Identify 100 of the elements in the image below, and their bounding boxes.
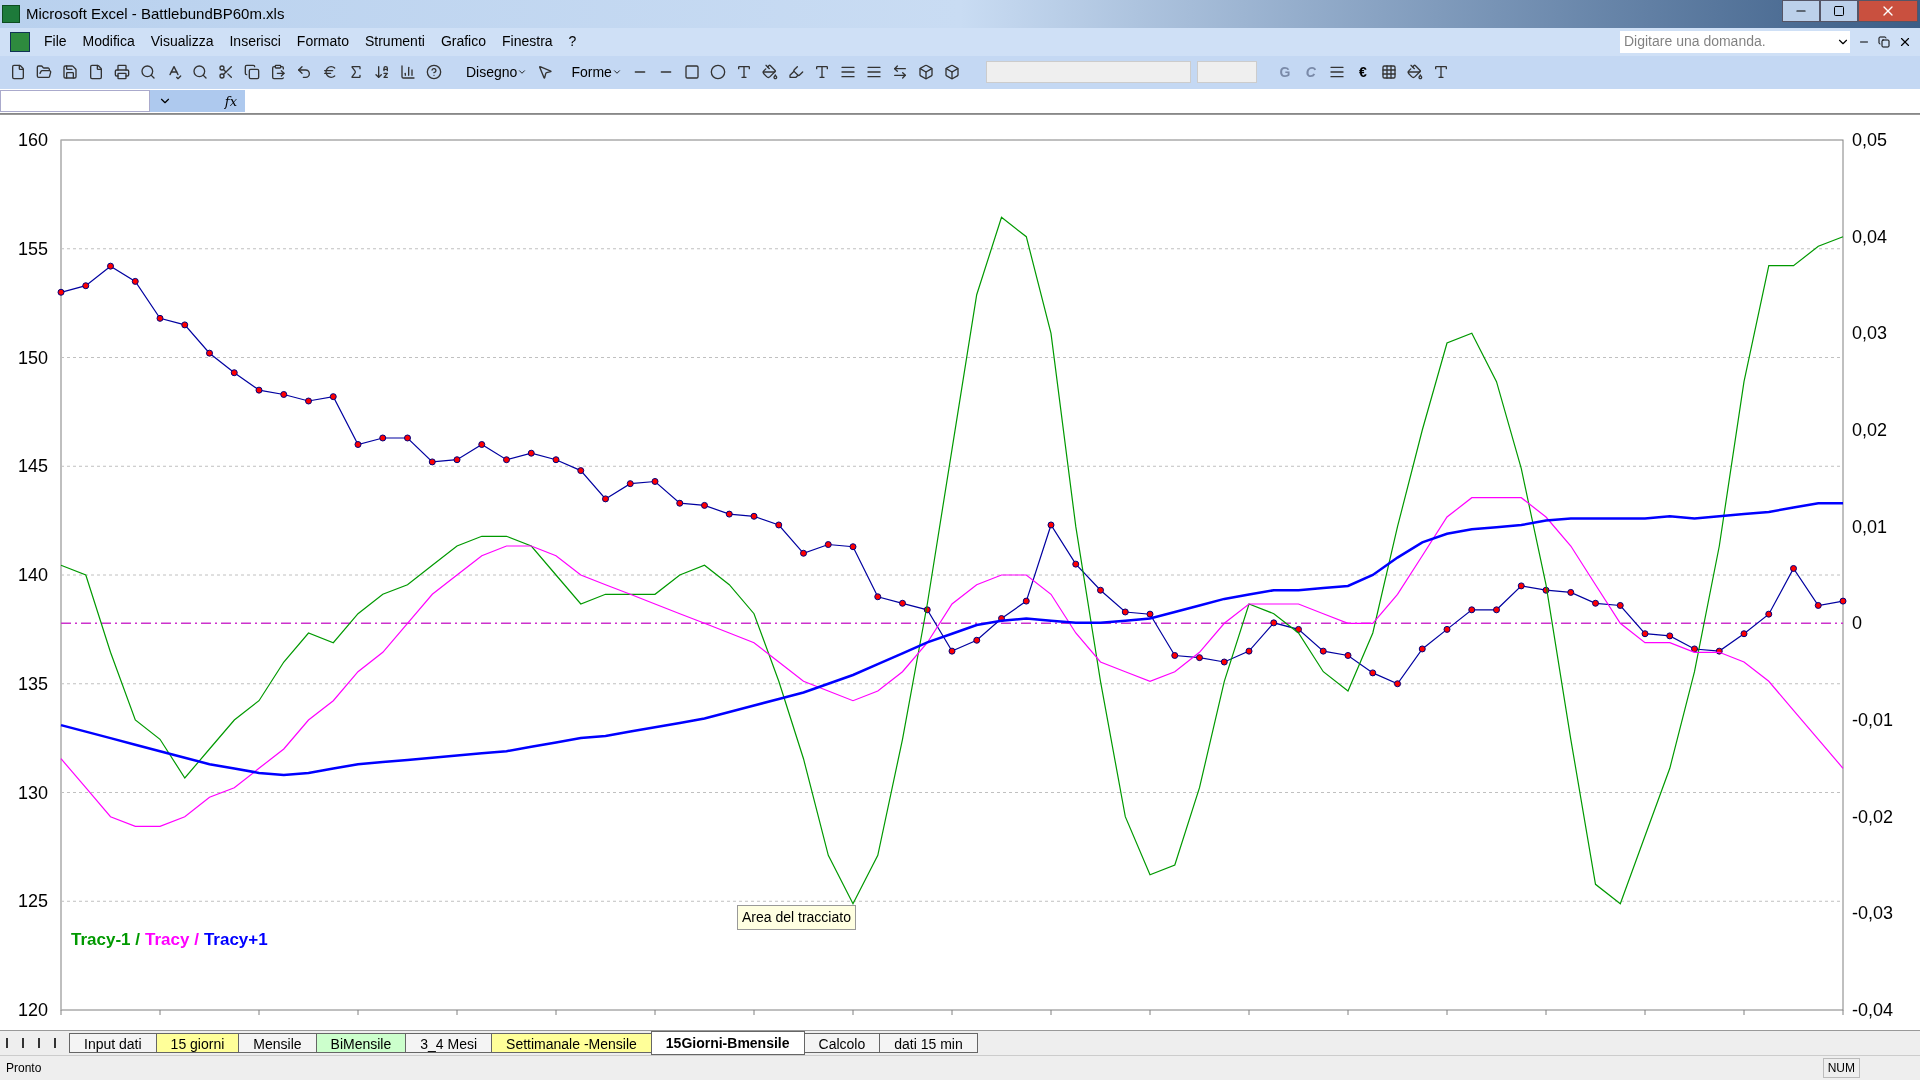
data-marker: [849, 543, 857, 551]
legend-label: Tracy-1 /: [71, 929, 140, 952]
euro-button[interactable]: €: [1350, 61, 1375, 83]
data-marker: [1196, 654, 1203, 662]
data-marker: [1220, 658, 1228, 666]
sheet-tab[interactable]: 15 giorni: [155, 1033, 240, 1054]
data-marker: [552, 456, 560, 464]
legend-label: Tracy /: [145, 929, 199, 952]
data-marker: [1839, 597, 1847, 605]
axis-label: 150: [17, 347, 48, 368]
data-marker: [1022, 597, 1030, 605]
sheet-tab[interactable]: Calcolo: [803, 1033, 881, 1054]
sheet-tab[interactable]: dati 15 min: [879, 1033, 978, 1054]
data-marker: [82, 282, 90, 290]
sheet-tab[interactable]: Settimanale -Mensile: [491, 1033, 652, 1054]
close-button[interactable]: [1858, 0, 1918, 22]
axis-label: 0: [1852, 613, 1862, 634]
data-marker: [329, 393, 337, 401]
sheet-tab[interactable]: 3_4 Mesi: [405, 1033, 493, 1054]
axis-label: -0,02: [1852, 806, 1894, 827]
data-marker: [1765, 610, 1773, 618]
axis-label: -0,04: [1852, 1000, 1894, 1021]
data-marker: [527, 449, 535, 457]
legend-label: Tracy+1: [203, 929, 268, 952]
data-marker: [478, 441, 486, 449]
restore-icon: [1878, 35, 1890, 48]
axis-label: 0,02: [1852, 420, 1888, 441]
data-marker: [1542, 586, 1550, 594]
axis-label: 160: [17, 130, 48, 151]
data-marker: [1245, 647, 1253, 655]
data-marker: [626, 480, 634, 488]
tooltip: Area del tracciato: [737, 905, 856, 931]
data-marker: [1146, 610, 1154, 618]
data-marker: [354, 441, 362, 449]
data-marker: [156, 315, 164, 322]
data-marker: [428, 458, 436, 466]
sheet-tab[interactable]: 15Giorni-Bmensile: [650, 1031, 805, 1056]
data-marker: [1592, 599, 1599, 607]
data-marker: [1295, 626, 1302, 634]
data-marker: [1790, 565, 1797, 573]
status-text: Pronto: [6, 1060, 42, 1078]
font-size-field[interactable]: [1196, 61, 1257, 84]
data-marker: [453, 456, 461, 464]
data-marker: [998, 615, 1005, 623]
menu-item[interactable]: File: [36, 31, 75, 53]
excel-menu-icon[interactable]: [10, 31, 30, 52]
drawing-menu[interactable]: Disegno: [462, 61, 532, 83]
menu-item[interactable]: Formato: [288, 31, 357, 53]
axis-label: 120: [17, 1000, 48, 1021]
data-marker: [1319, 647, 1327, 655]
sheet-tab[interactable]: BiMensile: [315, 1033, 407, 1054]
data-marker: [676, 499, 684, 507]
data-marker: [230, 369, 238, 377]
sheet-tab[interactable]: Input dati: [69, 1033, 157, 1054]
num-lock-indicator: NUM: [1822, 1058, 1860, 1079]
axis-label: 0,03: [1852, 323, 1888, 344]
help-search-field[interactable]: Digitare una domanda.: [1620, 30, 1850, 53]
insert-function-button[interactable]: fx: [224, 91, 237, 111]
data-marker: [280, 391, 288, 399]
menu-item[interactable]: Finestra: [494, 31, 561, 53]
data-marker: [1072, 560, 1080, 568]
data-marker: [1047, 521, 1055, 529]
data-marker: [973, 636, 981, 644]
shapes-menu[interactable]: Forme: [567, 61, 626, 83]
data-marker: [948, 647, 956, 655]
menu-item[interactable]: Visualizza: [142, 31, 222, 53]
axis-label: -0,03: [1852, 903, 1894, 924]
data-marker: [1493, 606, 1500, 614]
data-marker: [701, 502, 708, 510]
data-marker: [800, 549, 807, 557]
minimize-button[interactable]: [1782, 0, 1820, 22]
data-marker: [824, 541, 832, 549]
data-marker: [1344, 652, 1352, 660]
data-marker: [1468, 606, 1476, 614]
data-marker: [57, 288, 65, 296]
data-marker: [1691, 645, 1698, 653]
menu-item[interactable]: Modifica: [74, 31, 143, 53]
menu-item[interactable]: ?: [560, 31, 585, 53]
axis-label: 0,05: [1852, 130, 1888, 151]
data-marker: [379, 434, 387, 442]
menu-item[interactable]: Strumenti: [356, 31, 433, 53]
axis-label: 155: [17, 238, 48, 259]
data-marker: [1270, 619, 1278, 627]
maximize-button[interactable]: [1820, 0, 1858, 22]
data-marker: [503, 456, 510, 464]
data-marker: [107, 262, 114, 270]
font-name-field[interactable]: [985, 61, 1191, 84]
maximize-icon: [1833, 5, 1845, 17]
sheet-tab[interactable]: Mensile: [238, 1033, 317, 1054]
data-marker: [1715, 647, 1723, 655]
data-marker: [1443, 626, 1451, 634]
data-marker: [750, 512, 758, 520]
data-marker: [1394, 680, 1401, 688]
menu-item[interactable]: Inserisci: [221, 31, 289, 53]
axis-label: 0,01: [1852, 516, 1888, 537]
menu-item[interactable]: Grafico: [432, 31, 494, 53]
axis-label: 0,04: [1852, 226, 1888, 247]
data-marker: [1121, 608, 1129, 616]
data-marker: [577, 467, 585, 475]
data-marker: [1097, 586, 1104, 594]
